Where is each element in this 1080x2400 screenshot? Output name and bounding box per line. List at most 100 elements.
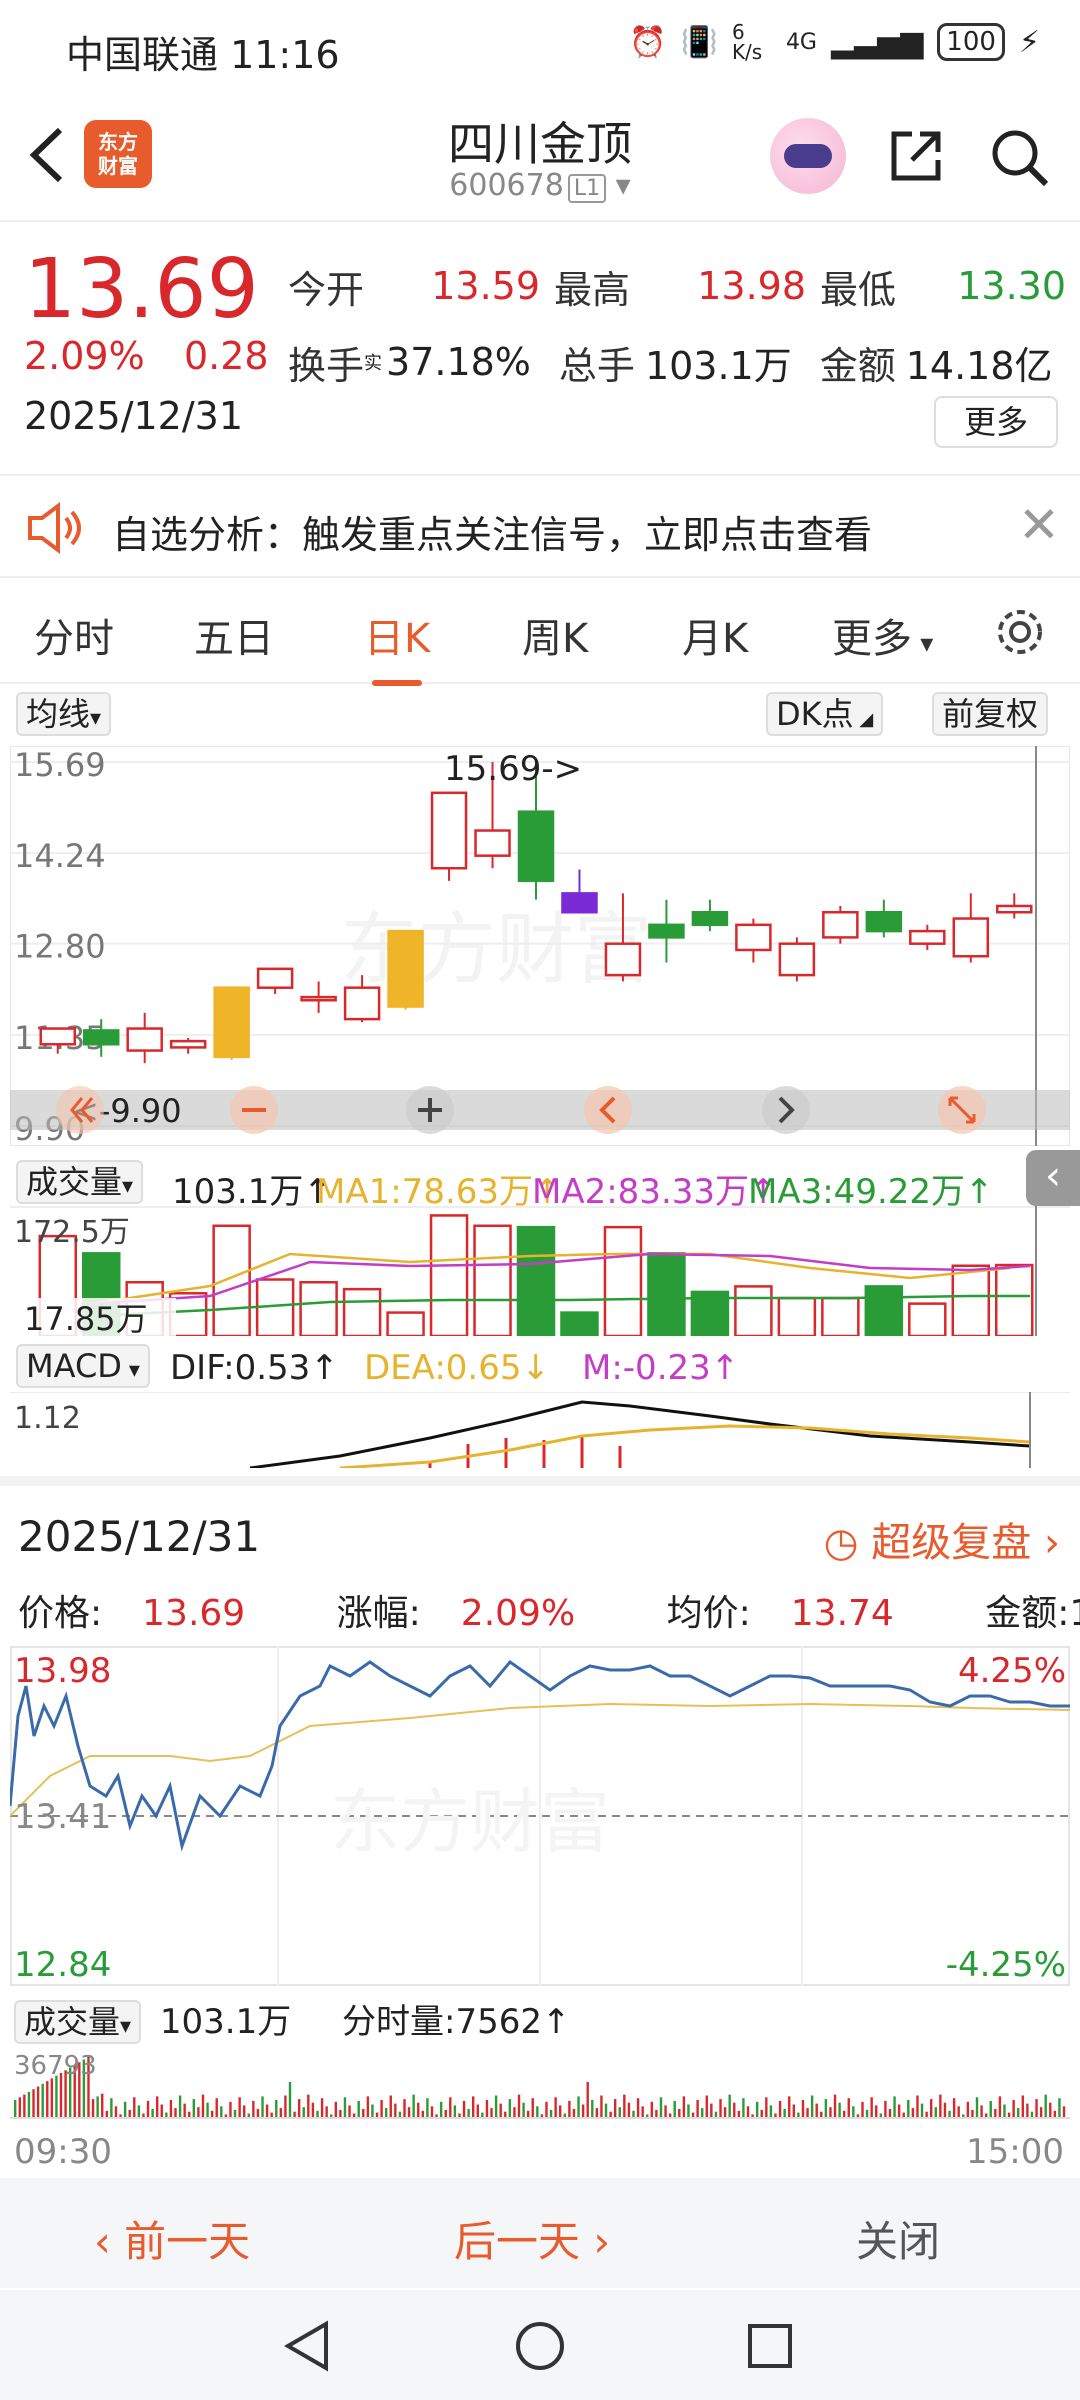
intraday-volume-bar [765,2097,768,2118]
tab-month-k[interactable]: 月K [682,606,748,664]
intraday-volume-bar [517,2094,521,2118]
intraday-volume-bar [627,2102,631,2118]
intraday-volume-bar [581,2104,585,2118]
tab-week-k[interactable]: 周K [522,606,588,664]
zoom-in-button[interactable] [406,1086,454,1134]
intraday-volume-bar [362,2109,365,2118]
tab-five-day[interactable]: 五日 [194,606,274,664]
macd-select-label: MACD [26,1347,122,1385]
intraday-volume-bar [210,2110,214,2118]
intraday-volume-bar [55,2075,58,2118]
more-button[interactable]: 更多 [934,396,1058,448]
intraday-volume-bar [568,2100,571,2118]
next-day-button[interactable]: 后一天 › [454,2208,610,2269]
dea-line [339,1424,1031,1468]
intraday-volume-bar [14,2100,17,2118]
intraday-volume-bar [366,2096,370,2118]
watermark: 东方财富 [330,1781,610,1863]
volume-top: 36793 [14,2051,97,2081]
indicator-select[interactable]: 均线▾ [16,692,112,736]
intraday-volume-bar [1049,2102,1052,2118]
history-icon: ◷ [823,1520,872,1566]
zoom-out-button[interactable] [230,1086,278,1134]
ai-assistant-icon[interactable] [770,118,846,194]
tab-day-k[interactable]: 日K [364,606,430,686]
nav-back-icon[interactable] [280,2318,336,2374]
intraday-volume-bar [160,2104,163,2118]
scroll-right-button[interactable] [762,1086,810,1134]
candlestick-chart[interactable]: 东方财富 15.6914.2412.8011.359.90 15.69-> <-… [10,746,1070,1146]
intraday-volume-bar [238,2097,241,2118]
period-tabs: 分时 五日 日K 周K 月K 更多 ▾ [0,580,1080,686]
intraday-volume-value: 103.1万 [159,2002,292,2042]
intraday-volume-bar [1058,2098,1061,2118]
detail-date: 2025/12/31 [18,1512,261,1561]
nav-recents-icon[interactable] [742,2318,798,2374]
chevron-down-icon: ▾ [120,2014,132,2039]
intraday-volume-bar [705,2095,708,2118]
search-icon[interactable] [988,126,1052,190]
battery-level: 100 [937,23,1005,61]
candle [822,905,859,944]
candle [561,869,598,914]
analysis-banner[interactable]: 自选分析：触发重点关注信号，立即点击查看 ✕ [0,474,1080,578]
intraday-volume-bar [852,2106,855,2118]
intraday-volume-bar [412,2094,415,2118]
field-label: 金额 [819,343,896,388]
y-axis-label: 14.24 [14,837,106,875]
intraday-volume-bar [737,2110,741,2118]
intraday-volume-bar [50,2078,54,2118]
intraday-volume-bar [444,2109,447,2118]
scroll-left-button[interactable] [584,1086,632,1134]
status-icons: ⏰ 📳 6 K/s 4G ▂▃▅▆ 100 ⚡ [629,22,1040,62]
nav-home-icon[interactable] [512,2318,568,2374]
intraday-volume-bar [252,2100,255,2118]
adjust-button[interactable]: 前复权 [932,692,1049,736]
intraday-volume-bar [146,2100,150,2118]
close-button[interactable]: 关闭 [856,2208,940,2269]
intraday-volume-bar [302,2107,305,2118]
gear-icon[interactable] [990,602,1050,662]
speaker-icon [24,500,84,556]
intraday-volume-bar [650,2101,654,2118]
prev-day-button[interactable]: ‹ 前一天 [94,2208,250,2269]
tick-volume-value: 分时量:7562↑ [342,2002,571,2042]
field-value: 13.30 [957,264,1067,308]
fullscreen-button[interactable] [938,1086,986,1134]
intraday-volume-bar [192,2099,196,2118]
intraday-volume-bar [233,2109,237,2118]
collapse-left-icon[interactable]: ‹ [1026,1150,1080,1206]
dk-point-button[interactable]: DK点 ◢ [766,692,884,736]
super-review-button[interactable]: ◷ 超级复盘 › [824,1510,1060,1568]
double-left-icon [56,1086,104,1134]
share-icon[interactable] [886,126,946,186]
volume-bar [473,1224,512,1336]
intraday-volume-bar [123,2101,127,2118]
candle [300,981,337,1013]
intraday-volume-select[interactable]: 成交量▾ [14,2000,142,2044]
intraday-chart[interactable]: 东方财富 13.98 13.41 12.84 4.25% -4.25% [10,1646,1070,1986]
tab-fenshi[interactable]: 分时 [34,606,114,664]
intraday-volume-bar [220,2106,223,2118]
intraday-volume-bar [769,2105,773,2118]
intraday-volume-bar [96,2096,99,2118]
volume-bar [603,1225,643,1336]
intraday-volume-bar [911,2108,915,2118]
candle [256,967,294,994]
field-label: 最低 [820,267,897,312]
intraday-volume-bar [710,2103,713,2118]
close-icon[interactable]: ✕ [1018,496,1060,554]
intraday-volume-bar [678,2109,681,2118]
intraday-volume-bar [490,2108,493,2118]
intraday-volume-bar [1053,2110,1057,2118]
intraday-volume-bar [948,2110,951,2118]
intraday-volume-bar [311,2102,315,2118]
tab-more[interactable]: 更多 ▾ [832,606,933,664]
charging-icon: ⚡ [1018,24,1040,60]
macd-select[interactable]: MACD ▾ [16,1344,150,1388]
intraday-volume-bar [265,2104,269,2118]
y-axis-label: 12.80 [14,928,106,966]
intraday-volume-bar [549,2109,553,2118]
intraday-volume-bar [815,2103,818,2118]
volume-select[interactable]: 成交量▾ [16,1160,144,1204]
